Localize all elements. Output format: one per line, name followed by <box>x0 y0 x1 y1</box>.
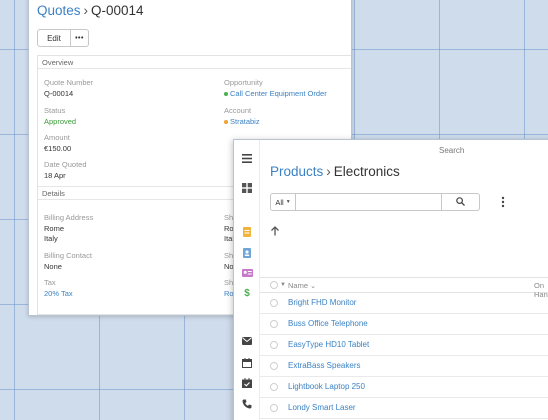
category-name: Electronics <box>333 164 400 179</box>
field-amount: Amount €150.00 <box>44 133 72 153</box>
global-search[interactable]: Search <box>439 146 464 155</box>
calendar-icon[interactable] <box>241 357 253 369</box>
overview-heading: Overview <box>38 56 351 69</box>
filter-bar: All ▼ <box>270 193 480 211</box>
menu-icon[interactable] <box>241 152 253 164</box>
page-title: Quotes › Q-00014 <box>37 3 144 18</box>
breadcrumb-quotes[interactable]: Quotes <box>37 3 81 18</box>
column-header-name[interactable]: Name ⌄ <box>288 281 316 290</box>
chevron-down-icon[interactable]: ▼ <box>280 282 286 288</box>
tax-link[interactable]: 20% Tax <box>44 289 73 299</box>
product-name-link[interactable]: Lightbook Laptop 250 <box>288 382 365 391</box>
more-options-icon[interactable] <box>498 196 508 208</box>
status-value: Approved <box>44 117 77 126</box>
id-card-icon[interactable] <box>241 267 253 279</box>
search-input[interactable] <box>296 193 442 211</box>
product-name-link[interactable]: ExtraBass Speakers <box>288 361 360 370</box>
table-header: ▼ Name ⌄ On Hand <box>260 277 548 299</box>
page-title: Products › Electronics <box>270 164 400 179</box>
calendar-check-icon[interactable] <box>241 377 253 389</box>
select-all-checkbox[interactable] <box>270 281 278 289</box>
opportunity-link[interactable]: Call Center Equipment Order <box>224 89 327 99</box>
edit-button[interactable]: Edit <box>37 29 71 47</box>
products-table: ▼ Name ⌄ On Hand Bright FHD Monitor 17 B… <box>260 277 548 419</box>
table-row: Buss Office Telephone 10 <box>260 314 548 335</box>
sort-chevron-icon: ⌄ <box>310 283 316 290</box>
contact-card-icon[interactable] <box>241 247 253 259</box>
breadcrumb-products[interactable]: Products <box>270 164 323 179</box>
breadcrumb-separator: › <box>83 3 89 18</box>
field-billing-address: Billing Address Rome Italy <box>44 213 94 243</box>
table-row: Bright FHD Monitor 17 <box>260 293 548 314</box>
table-row: EasyType HD10 Tablet 3 <box>260 335 548 356</box>
row-checkbox[interactable] <box>270 362 278 370</box>
chevron-down-icon: ▼ <box>285 199 291 205</box>
product-name-link[interactable]: Buss Office Telephone <box>288 319 368 328</box>
app-sidebar: $ <box>234 140 260 420</box>
table-row: Londy Smart Laser 3 <box>260 398 548 419</box>
field-quote-number: Quote Number Q-00014 <box>44 78 94 98</box>
dashboard-icon[interactable] <box>241 182 253 194</box>
table-row: ExtraBass Speakers 0 <box>260 356 548 377</box>
mail-icon[interactable] <box>241 335 253 347</box>
field-billing-contact: Billing Contact None <box>44 251 92 271</box>
row-checkbox[interactable] <box>270 383 278 391</box>
products-window: $ Search Products › Electronics All ▼ ▼ … <box>233 139 548 420</box>
field-status: Status Approved <box>44 106 77 126</box>
phone-icon[interactable] <box>241 398 253 410</box>
more-actions-button[interactable]: ••• <box>71 29 89 47</box>
row-checkbox[interactable] <box>270 404 278 412</box>
field-date-quoted: Date Quoted 18 Apr <box>44 160 87 180</box>
arrow-up-icon[interactable] <box>270 226 280 236</box>
account-link[interactable]: Stratabiz <box>224 117 260 127</box>
status-dot <box>224 92 228 97</box>
dollar-icon[interactable]: $ <box>241 288 253 300</box>
status-dot <box>224 120 228 125</box>
table-row: Lightbook Laptop 250 10 <box>260 377 548 398</box>
record-name: Q-00014 <box>91 3 144 18</box>
row-checkbox[interactable] <box>270 320 278 328</box>
field-tax: Tax 20% Tax <box>44 278 73 299</box>
row-checkbox[interactable] <box>270 341 278 349</box>
product-name-link[interactable]: EasyType HD10 Tablet <box>288 340 369 349</box>
record-actions: Edit ••• <box>37 29 89 47</box>
search-button[interactable] <box>442 193 480 211</box>
row-checkbox[interactable] <box>270 299 278 307</box>
search-icon <box>456 196 465 208</box>
document-icon[interactable] <box>241 226 253 238</box>
filter-scope-select[interactable]: All ▼ <box>270 193 296 211</box>
field-opportunity: Opportunity Call Center Equipment Order <box>224 78 327 99</box>
product-name-link[interactable]: Bright FHD Monitor <box>288 298 356 307</box>
product-name-link[interactable]: Londy Smart Laser <box>288 403 356 412</box>
field-account: Account Stratabiz <box>224 106 260 127</box>
breadcrumb-separator: › <box>326 164 331 179</box>
